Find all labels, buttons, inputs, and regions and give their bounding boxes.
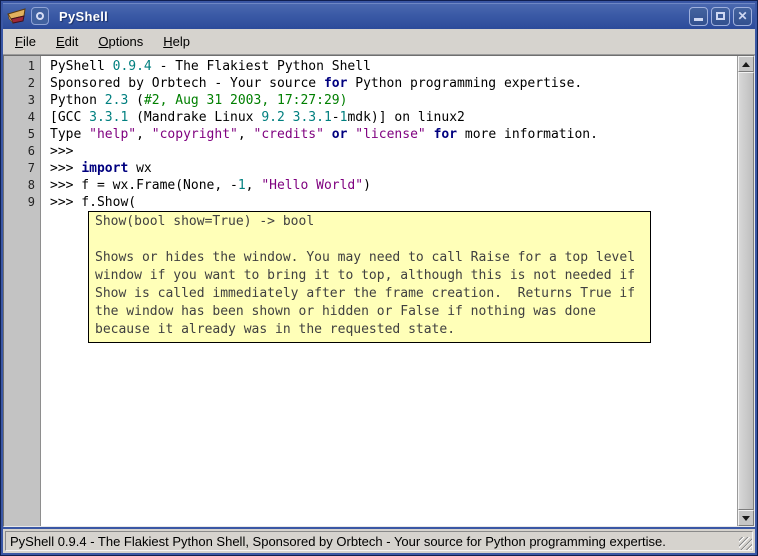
line-number: 3 — [4, 92, 40, 109]
close-icon: ✕ — [737, 10, 747, 22]
code-segment: for — [324, 76, 347, 91]
shell-line: >>> f = wx.Frame(None, -1, "Hello World"… — [50, 177, 737, 194]
shell-line: Sponsored by Orbtech - Your source for P… — [50, 75, 737, 92]
code-segment: 3.3.1 — [89, 110, 128, 125]
code-segment: mdk)] on linux2 — [347, 110, 464, 125]
code-segment: "copyright" — [152, 127, 238, 142]
code-segment: import — [81, 161, 128, 176]
code-segment: >>> f.Show( — [50, 195, 136, 210]
code-segment: 2.3 — [105, 93, 128, 108]
code-segment: 1 — [238, 178, 246, 193]
code-segment: Type — [50, 127, 89, 142]
shell-line: >>> import wx — [50, 160, 737, 177]
code-segment: wx — [128, 161, 151, 176]
code-segment: >>> f = wx.Frame(None, - — [50, 178, 238, 193]
status-text: PyShell 0.9.4 - The Flakiest Python Shel… — [10, 534, 666, 549]
close-button[interactable]: ✕ — [733, 7, 752, 26]
calltip-line — [95, 231, 644, 249]
shell-line: PyShell 0.9.4 - The Flakiest Python Shel… — [50, 58, 737, 75]
code-segment — [324, 127, 332, 142]
line-number: 6 — [4, 143, 40, 160]
code-segment: 3.3.1 — [293, 110, 332, 125]
code-segment: "credits" — [254, 127, 324, 142]
status-field: PyShell 0.9.4 - The Flakiest Python Shel… — [5, 531, 753, 551]
code-segment: ) — [363, 178, 371, 193]
shell-editor[interactable]: 123456789 PyShell 0.9.4 - The Flakiest P… — [3, 55, 755, 527]
code-segment: - The Flakiest Python Shell — [152, 59, 371, 74]
titlebar[interactable]: PyShell ✕ — [3, 3, 755, 29]
code-segment: (Mandrake Linux — [128, 110, 261, 125]
code-segment: Sponsored by Orbtech - Your source — [50, 76, 324, 91]
window-menu-button[interactable] — [31, 7, 49, 25]
code-segment: , — [238, 127, 254, 142]
code-segment: more information. — [457, 127, 598, 142]
code-segment: or — [332, 127, 348, 142]
menu-item-help[interactable]: Help — [153, 30, 200, 53]
code-segment: for — [434, 127, 457, 142]
code-segment — [426, 127, 434, 142]
minimize-icon — [694, 18, 703, 21]
vertical-scrollbar[interactable] — [737, 56, 754, 526]
menubar: FileEditOptionsHelp — [3, 29, 755, 55]
calltip: Show(bool show=True) -> bool Shows or hid… — [88, 211, 651, 343]
shell-line: [GCC 3.3.1 (Mandrake Linux 9.2 3.3.1-1md… — [50, 109, 737, 126]
code-segment: 0.9.4 — [113, 59, 152, 74]
menu-item-edit[interactable]: Edit — [46, 30, 88, 53]
calltip-line: Show(bool show=True) -> bool — [95, 213, 644, 231]
code-segment: , — [136, 127, 152, 142]
code-segment: #2, Aug 31 2003, 17:27:29) — [144, 93, 348, 108]
statusbar: PyShell 0.9.4 - The Flakiest Python Shel… — [3, 529, 755, 553]
line-number: 8 — [4, 177, 40, 194]
code-segment: - — [332, 110, 340, 125]
pyshell-pie-icon[interactable] — [7, 7, 27, 25]
maximize-icon — [716, 12, 725, 20]
code-segment: "help" — [89, 127, 136, 142]
code-segment: PyShell — [50, 59, 113, 74]
minimize-button[interactable] — [689, 7, 708, 26]
code-segment: >>> — [50, 161, 81, 176]
calltip-line: window if you want to bring it to top, a… — [95, 267, 644, 285]
calltip-line: the window has been shown or hidden or F… — [95, 303, 644, 321]
arrow-up-icon — [742, 62, 750, 67]
code-segment: "Hello World" — [261, 178, 363, 193]
code-segment: , — [246, 178, 262, 193]
shell-line: Python 2.3 (#2, Aug 31 2003, 17:27:29) — [50, 92, 737, 109]
line-number: 7 — [4, 160, 40, 177]
shell-line: >>> f.Show( — [50, 194, 737, 211]
code-segment: [GCC — [50, 110, 89, 125]
calltip-line: Shows or hides the window. You may need … — [95, 249, 644, 267]
code-segment: >>> — [50, 144, 73, 159]
calltip-line: Show is called immediately after the fra… — [95, 285, 644, 303]
pyshell-window: PyShell ✕ FileEditOptionsHelp 123456789 … — [0, 0, 758, 556]
menu-item-file[interactable]: File — [5, 30, 46, 53]
code-segment: 9.2 — [261, 110, 284, 125]
maximize-button[interactable] — [711, 7, 730, 26]
line-number-margin: 123456789 — [4, 56, 41, 526]
line-number: 2 — [4, 75, 40, 92]
scroll-down-button[interactable] — [738, 510, 754, 526]
scrollbar-thumb[interactable] — [738, 72, 754, 510]
code-segment — [285, 110, 293, 125]
line-number: 9 — [4, 194, 40, 211]
code-segment: Python — [50, 93, 105, 108]
code-segment: Python programming expertise. — [347, 76, 582, 91]
scroll-up-button[interactable] — [738, 56, 754, 72]
shell-line: >>> — [50, 143, 737, 160]
window-title: PyShell — [59, 9, 108, 24]
code-segment: "license" — [355, 127, 425, 142]
line-number: 4 — [4, 109, 40, 126]
arrow-down-icon — [742, 516, 750, 521]
menu-item-options[interactable]: Options — [88, 30, 153, 53]
code-segment: ( — [128, 93, 144, 108]
circle-icon — [36, 12, 44, 20]
line-number: 5 — [4, 126, 40, 143]
line-number: 1 — [4, 58, 40, 75]
calltip-line: because it already was in the requested … — [95, 321, 644, 339]
shell-line: Type "help", "copyright", "credits" or "… — [50, 126, 737, 143]
resize-grip-icon[interactable] — [739, 537, 752, 550]
